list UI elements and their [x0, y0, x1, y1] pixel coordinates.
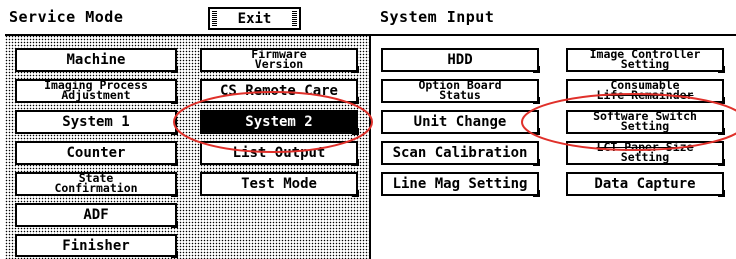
option-board-status-button[interactable]: Option Board Status: [381, 79, 540, 104]
state-confirmation-button[interactable]: State Confirmation: [15, 172, 178, 197]
imaging-process-adjustment-button[interactable]: Imaging Process Adjustment: [15, 79, 178, 104]
lct-paper-size-setting-button[interactable]: LCT Paper Size Setting: [566, 141, 725, 166]
line-mag-setting-button[interactable]: Line Mag Setting: [381, 172, 540, 197]
exit-button[interactable]: Exit: [208, 7, 301, 30]
cs-remote-care-button[interactable]: CS Remote Care: [200, 79, 359, 104]
hdd-button[interactable]: HDD: [381, 48, 540, 73]
service-mode-title: Service Mode: [9, 8, 124, 26]
software-switch-setting-button[interactable]: Software Switch Setting: [566, 110, 725, 135]
list-output-button[interactable]: List Output: [200, 141, 359, 166]
unit-change-button[interactable]: Unit Change: [381, 110, 540, 135]
system1-button[interactable]: System 1: [15, 110, 178, 135]
adf-button[interactable]: ADF: [15, 203, 178, 228]
image-controller-setting-button[interactable]: Image Controller Setting: [566, 48, 725, 73]
data-capture-button[interactable]: Data Capture: [566, 172, 725, 197]
finisher-button[interactable]: Finisher: [15, 234, 178, 258]
test-mode-button[interactable]: Test Mode: [200, 172, 359, 197]
panel-divider: [369, 34, 371, 259]
scan-calibration-button[interactable]: Scan Calibration: [381, 141, 540, 166]
system-input-title: System Input: [380, 8, 495, 26]
counter-button[interactable]: Counter: [15, 141, 178, 166]
firmware-version-button[interactable]: Firmware Version: [200, 48, 359, 73]
system2-button[interactable]: System 2: [200, 110, 359, 135]
consumable-life-remainder-button[interactable]: Consumable Life Remainder: [566, 79, 725, 104]
machine-button[interactable]: Machine: [15, 48, 178, 73]
